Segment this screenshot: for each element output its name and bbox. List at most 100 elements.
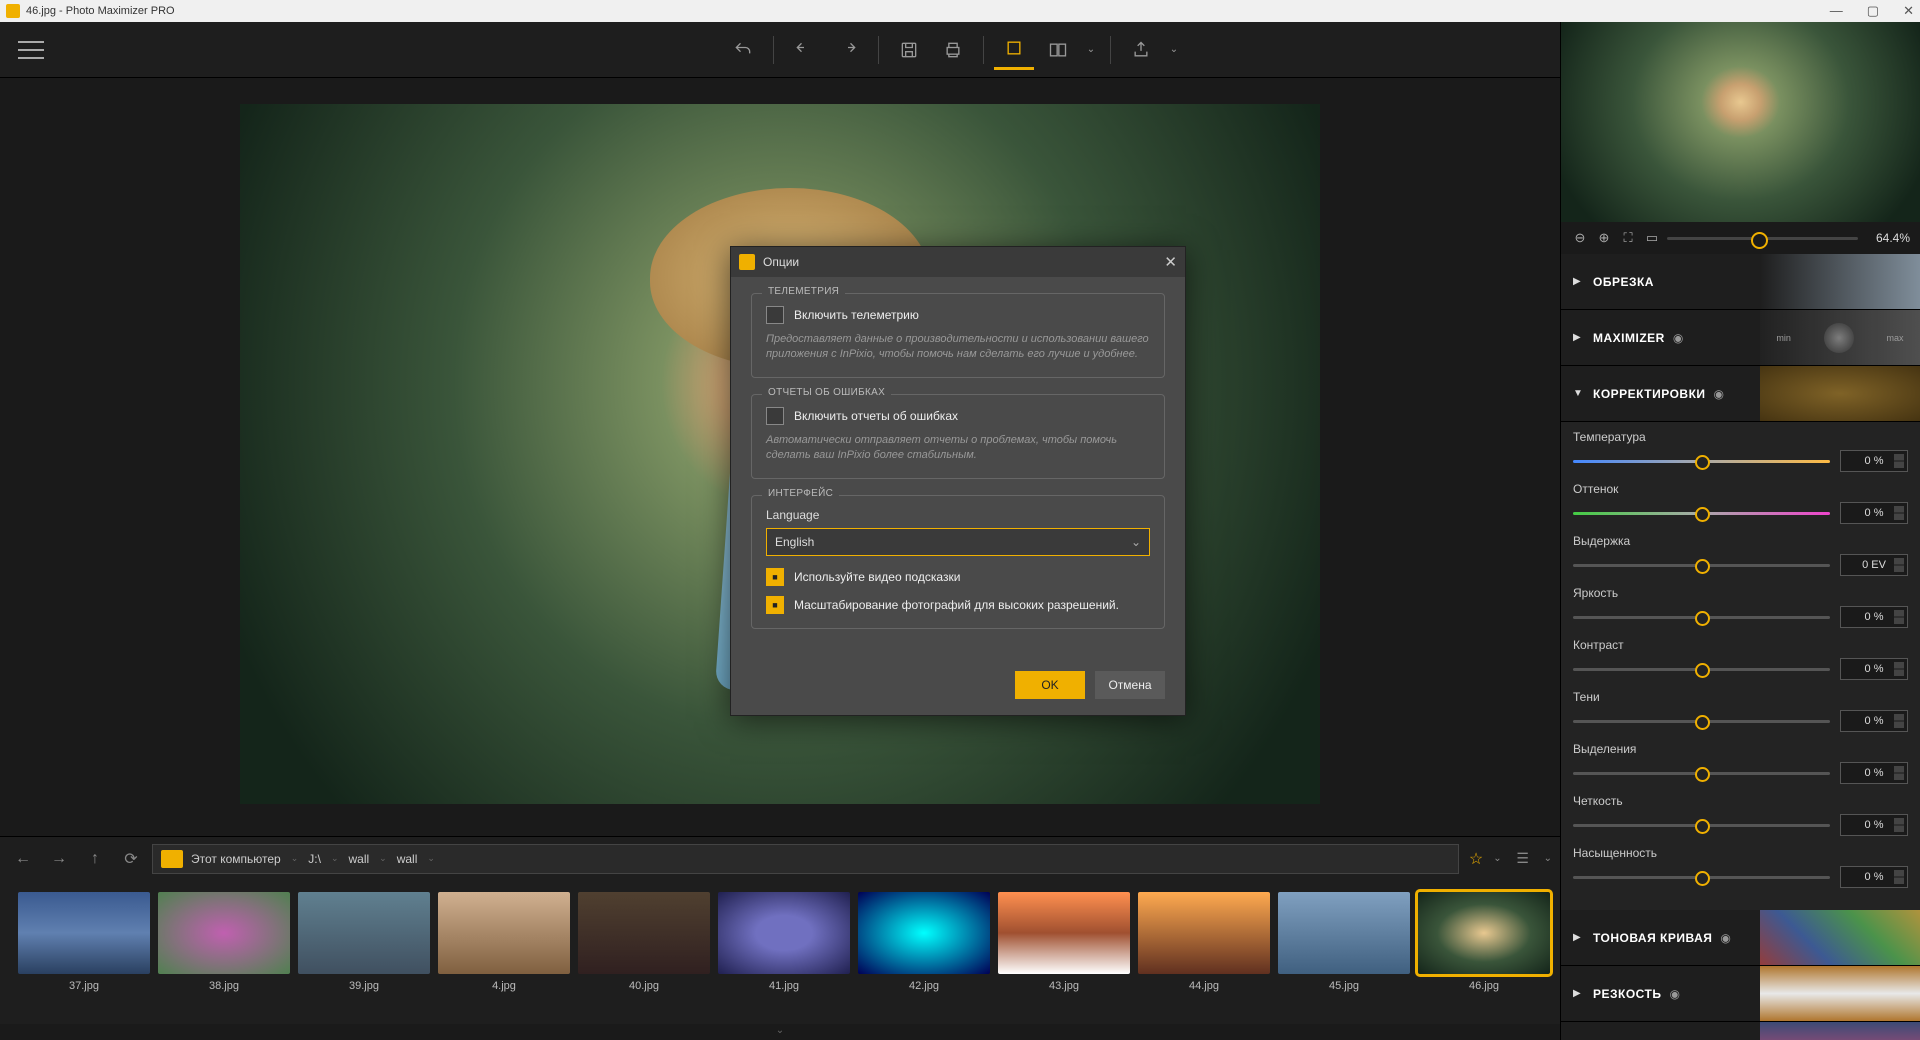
thumbnail-image <box>1418 892 1550 974</box>
dialog-titlebar[interactable]: Опции ✕ <box>731 247 1185 277</box>
thumbnail[interactable]: 39.jpg <box>298 892 430 992</box>
view-mode-button[interactable]: ☰ <box>1508 844 1538 874</box>
filmstrip-collapse[interactable]: ⌄ <box>0 1024 1560 1040</box>
thumbnail-caption: 38.jpg <box>209 980 239 992</box>
thumbnail[interactable]: 40.jpg <box>578 892 710 992</box>
breadcrumb-input[interactable]: Этот компьютер⌄ J:\⌄ wall⌄ wall⌄ <box>152 844 1459 874</box>
nav-forward-button[interactable]: → <box>44 844 74 874</box>
thumbnail[interactable]: 4.jpg <box>438 892 570 992</box>
adjustment-value[interactable]: 0 % <box>1840 814 1908 836</box>
adjustment-value[interactable]: 0 EV <box>1840 554 1908 576</box>
adjustment-value[interactable]: 0 % <box>1840 658 1908 680</box>
thumbnail[interactable]: 44.jpg <box>1138 892 1270 992</box>
adjustment-label: Тени <box>1573 690 1908 704</box>
dialog-title: Опции <box>763 255 799 269</box>
thumbnail-image <box>298 892 430 974</box>
view-dropdown[interactable]: ⌄ <box>1544 853 1552 864</box>
adjustment-value[interactable]: 0 % <box>1840 710 1908 732</box>
window-close-icon[interactable]: ✕ <box>1903 3 1914 19</box>
adjustment-value[interactable]: 0 % <box>1840 450 1908 472</box>
app-icon <box>6 4 20 18</box>
adjustment-slider[interactable] <box>1573 512 1830 515</box>
share-dropdown[interactable]: ⌄ <box>1165 30 1183 70</box>
adjustment-slider[interactable] <box>1573 772 1830 775</box>
redo-button[interactable] <box>828 30 868 70</box>
adjustment-slider[interactable] <box>1573 720 1830 723</box>
adjustment-label: Выдержка <box>1573 534 1908 548</box>
nav-refresh-button[interactable]: ⟳ <box>116 844 146 874</box>
zoom-out-icon[interactable]: ⊖ <box>1571 229 1589 247</box>
section-tone-curve[interactable]: ▶ ТОНОВАЯ КРИВАЯ ◉ <box>1561 910 1920 966</box>
adjustment-value[interactable]: 0 % <box>1840 866 1908 888</box>
favorite-icon[interactable]: ☆ <box>1469 849 1483 869</box>
thumbnail[interactable]: 43.jpg <box>998 892 1130 992</box>
adjustment-slider[interactable] <box>1573 460 1830 463</box>
adjustment-value[interactable]: 0 % <box>1840 762 1908 784</box>
undo-button[interactable] <box>723 30 763 70</box>
thumbnail[interactable]: 41.jpg <box>718 892 850 992</box>
fit-icon[interactable]: ⛶ <box>1619 229 1637 247</box>
dialog-close-button[interactable]: ✕ <box>1164 253 1177 271</box>
cancel-button[interactable]: Отмена <box>1095 671 1165 699</box>
save-button[interactable] <box>889 30 929 70</box>
thumbnail-caption: 45.jpg <box>1329 980 1359 992</box>
adjustment-label: Температура <box>1573 430 1908 444</box>
view-split-button[interactable] <box>1038 30 1078 70</box>
fav-dropdown[interactable]: ⌄ <box>1493 853 1501 864</box>
window-minimize-icon[interactable]: — <box>1830 3 1843 19</box>
window-maximize-icon[interactable]: ▢ <box>1867 3 1879 19</box>
adjustment-slider[interactable] <box>1573 616 1830 619</box>
language-select[interactable]: English <box>766 528 1150 556</box>
thumbnail-caption: 44.jpg <box>1189 980 1219 992</box>
preview-zoom-slider[interactable] <box>1667 237 1858 240</box>
thumbnail-image <box>438 892 570 974</box>
fieldset-telemetry: ТЕЛЕМЕТРИЯ Включить телеметрию Предостав… <box>751 293 1165 378</box>
view-dropdown[interactable]: ⌄ <box>1082 30 1100 70</box>
view-single-button[interactable] <box>994 30 1034 70</box>
adjustment-slider[interactable] <box>1573 876 1830 879</box>
preview-image[interactable] <box>1561 22 1920 222</box>
adjustment-value[interactable]: 0 % <box>1840 606 1908 628</box>
thumbnail-caption: 43.jpg <box>1049 980 1079 992</box>
telemetry-checkbox-row[interactable]: Включить телеметрию <box>766 306 1150 324</box>
undo2-button[interactable] <box>784 30 824 70</box>
thumbnail[interactable]: 38.jpg <box>158 892 290 992</box>
share-button[interactable] <box>1121 30 1161 70</box>
nav-up-button[interactable]: ↑ <box>80 844 110 874</box>
adjustment-value[interactable]: 0 % <box>1840 502 1908 524</box>
actual-icon[interactable]: ▭ <box>1643 229 1661 247</box>
chevron-down-icon: ▼ <box>1573 388 1583 399</box>
adjustment-label: Оттенок <box>1573 482 1908 496</box>
thumbnail-caption: 4.jpg <box>492 980 516 992</box>
adjustment-slider[interactable] <box>1573 824 1830 827</box>
section-crop[interactable]: ▶ ОБРЕЗКА <box>1561 254 1920 310</box>
thumbnail[interactable]: 42.jpg <box>858 892 990 992</box>
checkbox-icon[interactable] <box>766 568 784 586</box>
section-maximizer[interactable]: ▶ MAXIMIZER ◉ minmax <box>1561 310 1920 366</box>
thumbnail[interactable]: 46.jpg <box>1418 892 1550 992</box>
checkbox-icon[interactable] <box>766 596 784 614</box>
thumbnail-image <box>18 892 150 974</box>
adjustment-slider[interactable] <box>1573 668 1830 671</box>
section-noise[interactable]: ▶ ПОДАВЛЕНИЕ ШУМА ◉ <box>1561 1022 1920 1040</box>
thumbnail[interactable]: 45.jpg <box>1278 892 1410 992</box>
print-button[interactable] <box>933 30 973 70</box>
errors-checkbox-row[interactable]: Включить отчеты об ошибках <box>766 407 1150 425</box>
adjustment-row: Контраст0 % <box>1573 638 1908 680</box>
ok-button[interactable]: OK <box>1015 671 1085 699</box>
adjustment-label: Насыщенность <box>1573 846 1908 860</box>
section-sharpness[interactable]: ▶ РЕЗКОСТЬ ◉ <box>1561 966 1920 1022</box>
thumbnail-caption: 39.jpg <box>349 980 379 992</box>
adjustment-slider[interactable] <box>1573 564 1830 567</box>
menu-button[interactable] <box>18 41 44 59</box>
filmstrip: 37.jpg 38.jpg 39.jpg 4.jpg 40.jpg41.jpg42.jp… <box>0 880 1560 1024</box>
zoom-in-icon[interactable]: ⊕ <box>1595 229 1613 247</box>
section-adjustments[interactable]: ▼ КОРРЕКТИРОВКИ ◉ <box>1561 366 1920 422</box>
nav-back-button[interactable]: ← <box>8 844 38 874</box>
checkbox-icon[interactable] <box>766 407 784 425</box>
scale-checkbox-row[interactable]: Масштабирование фотографий для высоких р… <box>766 596 1150 614</box>
thumbnail[interactable]: 37.jpg <box>18 892 150 992</box>
preview-zoom-bar: ⊖ ⊕ ⛶ ▭ 64.4% <box>1561 222 1920 254</box>
checkbox-icon[interactable] <box>766 306 784 324</box>
tips-checkbox-row[interactable]: Используйте видео подсказки <box>766 568 1150 586</box>
